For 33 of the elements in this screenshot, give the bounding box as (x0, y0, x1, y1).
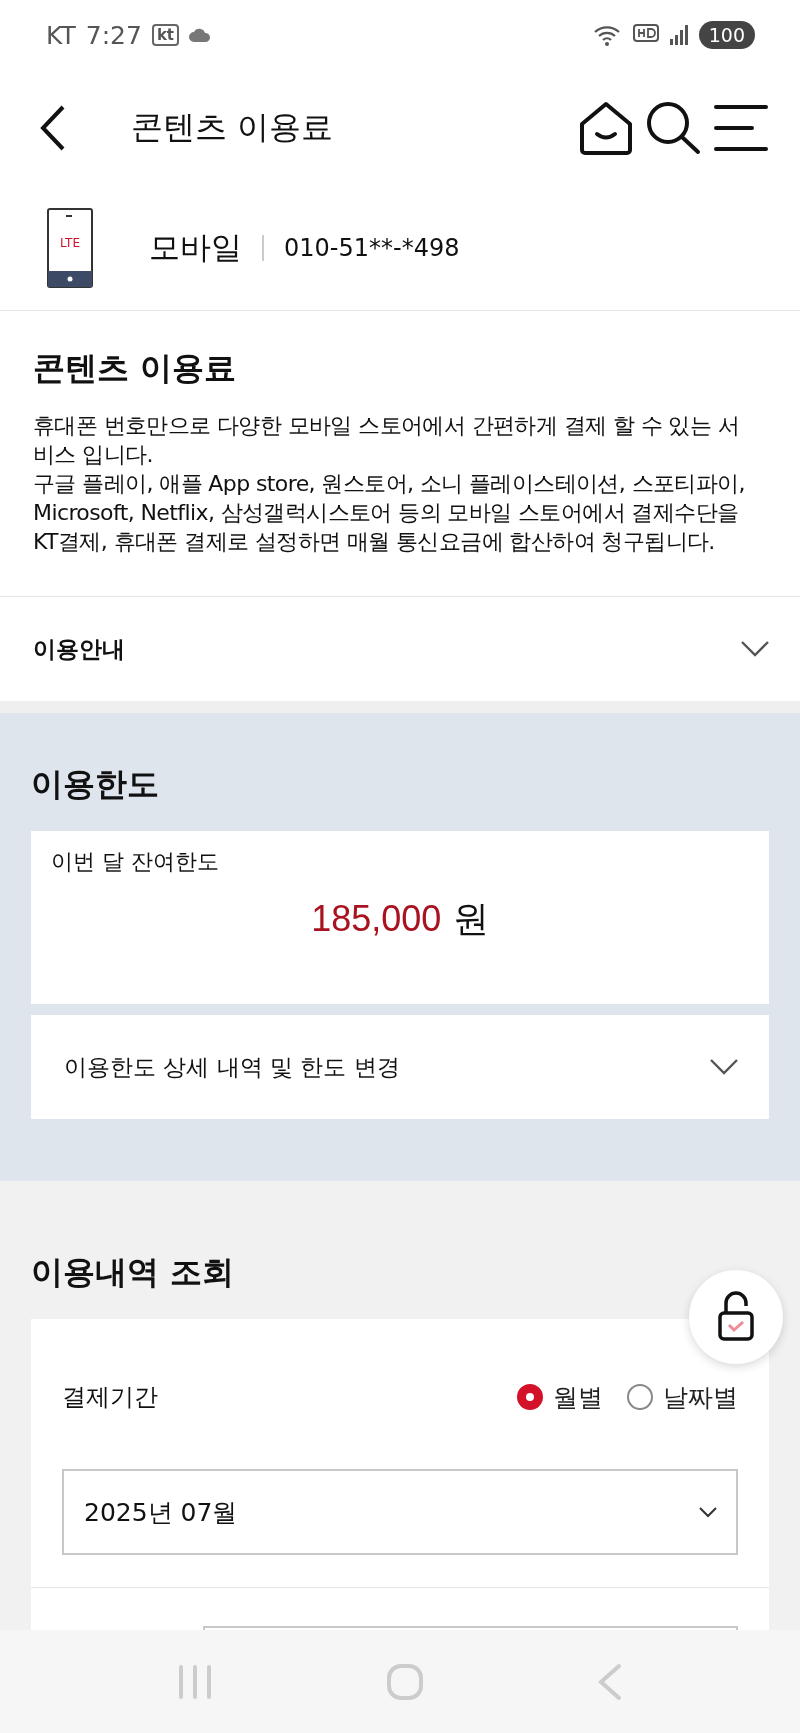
menu-icon[interactable] (712, 102, 770, 153)
remaining-amount: 185,000 원 (310, 897, 490, 941)
period-label: 결제기간 (62, 1382, 159, 1413)
remaining-limit-label: 이번 달 잔여한도 (51, 848, 220, 876)
clock: 7:27 (85, 20, 142, 50)
page-title: 콘텐츠 이용료 (131, 106, 335, 148)
limit-detail-label: 이용한도 상세 내역 및 한도 변경 (64, 1052, 400, 1082)
signal-icon (668, 24, 689, 46)
guide-label: 이용안내 (33, 634, 125, 664)
radio-option[interactable]: 월별 (517, 1380, 603, 1414)
radio-option[interactable]: 날짜별 (627, 1380, 738, 1414)
section-title: 이용한도 (31, 764, 160, 805)
line-type: 모바일 (149, 227, 242, 267)
month-select[interactable]: 2025년 07월 (62, 1469, 738, 1555)
month-value: 2025년 07월 (84, 1496, 238, 1529)
guide-row[interactable]: 이용안내 (0, 597, 800, 701)
carrier-name: KT (46, 20, 76, 50)
chevron-down-icon (698, 1506, 718, 1518)
description-text: 구글 플레이, 애플 App store, 원스토어, 소니 플레이스테이션, 스포티파이, Microsoft, Netflix, 삼성갤럭시스토어 등의 모바일 스토어에서 결제수단을 KT결제, 휴대폰 결제로 설정하면 매월 통신요금에 합산하여 청구됩니다. (33, 470, 746, 556)
back-icon[interactable] (40, 104, 66, 151)
cloud-icon (189, 28, 212, 42)
phone-icon: LTE (46, 206, 94, 289)
phone-number: 010-51**-*498 (284, 233, 460, 262)
limit-detail-row[interactable]: 이용한도 상세 내역 및 한도 변경 (31, 1015, 769, 1119)
battery-indicator: 100 (698, 21, 755, 49)
unlocked-padlock-icon (717, 1291, 755, 1343)
chevron-down-icon (740, 640, 770, 658)
chevron-down-icon (709, 1058, 739, 1076)
description-text: 휴대폰 번호만으로 다양한 모바일 스토어에서 간편하게 결제 할 수 있는 서비스 입니다. (33, 412, 740, 469)
home-icon[interactable] (578, 99, 634, 156)
carrier-badge: kt (151, 24, 180, 46)
section-title: 콘텐츠 이용료 (33, 348, 238, 389)
section-title: 이용내역 조회 (31, 1252, 236, 1293)
